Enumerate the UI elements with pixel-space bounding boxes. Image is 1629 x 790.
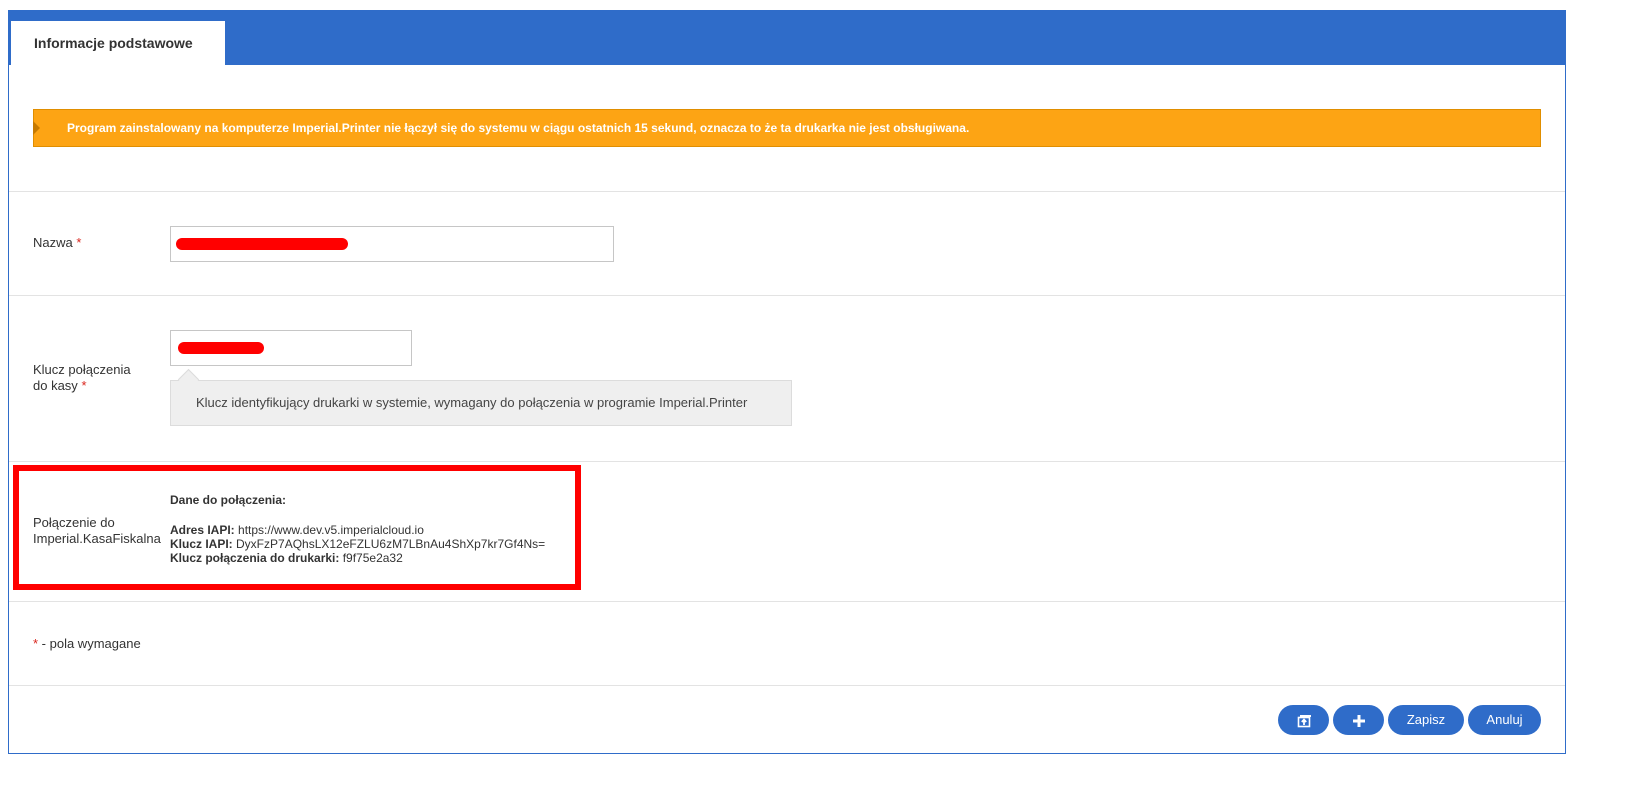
warning-alert: Program zainstalowany na komputerze Impe…	[33, 109, 1541, 147]
name-label: Nazwa *	[33, 235, 82, 250]
tooltip-notch	[177, 368, 200, 391]
alert-arrow-icon	[33, 121, 40, 135]
divider	[9, 191, 1565, 192]
redaction-mark	[178, 342, 264, 354]
key-hint-tooltip: Klucz identyfikujący drukarki w systemie…	[170, 368, 792, 426]
back-to-list-icon	[1297, 714, 1311, 727]
plus-icon	[1352, 714, 1365, 727]
save-button[interactable]: Zapisz	[1388, 705, 1464, 735]
form-panel: Informacje podstawowe Program zainstalow…	[8, 10, 1566, 754]
annotation-highlight-box	[13, 465, 581, 590]
divider	[9, 601, 1565, 602]
name-input[interactable]	[170, 226, 614, 262]
redaction-mark	[176, 238, 348, 250]
tab-basic-info[interactable]: Informacje podstawowe	[11, 21, 225, 65]
key-label: Klucz połączenia do kasy *	[33, 362, 131, 393]
alert-text: Program zainstalowany na komputerze Impe…	[67, 121, 970, 135]
divider	[9, 685, 1565, 686]
required-mark: *	[76, 235, 82, 250]
required-mark: *	[81, 378, 87, 393]
add-button[interactable]	[1333, 705, 1384, 735]
divider	[9, 461, 1565, 462]
back-to-list-button[interactable]	[1278, 705, 1329, 735]
cancel-button[interactable]: Anuluj	[1468, 705, 1541, 735]
required-fields-note: * - pola wymagane	[33, 636, 141, 651]
tab-bar: Informacje podstawowe	[9, 11, 1565, 65]
divider	[9, 295, 1565, 296]
connection-key-input[interactable]	[170, 330, 412, 366]
